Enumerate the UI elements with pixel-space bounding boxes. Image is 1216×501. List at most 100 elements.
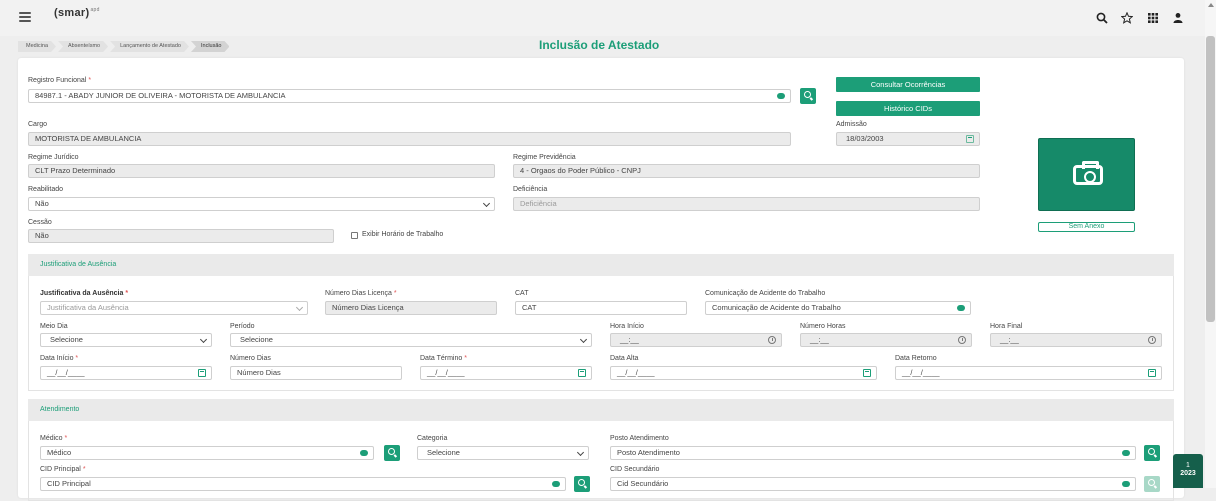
calendar-icon[interactable] <box>1148 369 1156 377</box>
medico-label: Médico * <box>40 435 68 442</box>
justificativa-placeholder: Justificativa da Ausência <box>47 303 129 312</box>
cessao-field: Não <box>28 229 334 243</box>
search-posto-button[interactable] <box>1144 445 1160 461</box>
periodo-select[interactable]: Selecione <box>230 333 592 347</box>
search-icon[interactable] <box>1096 12 1108 24</box>
numero-horas-value: __:__ <box>810 335 829 344</box>
periodo-label: Período <box>230 323 255 330</box>
reabilitado-label: Reabilitado <box>28 186 64 193</box>
numero-dias-input[interactable]: Número Dias <box>230 366 402 380</box>
admissao-label: Admissão <box>836 121 867 128</box>
justificativa-label: Justificativa da Ausência * <box>40 290 129 297</box>
hora-inicio-value: __:__ <box>620 335 639 344</box>
justificativa-section-header: Justificativa de Ausência <box>28 254 1174 276</box>
cid-principal-label: CID Principal * <box>40 466 86 473</box>
regime-juridico-label: Regime Jurídico <box>28 154 79 161</box>
search-cid-principal-button[interactable] <box>574 476 590 492</box>
exibir-horario-label: Exibir Horário de Trabalho <box>362 231 444 238</box>
calendar-icon[interactable] <box>863 369 871 377</box>
scroll-up-arrow-icon[interactable] <box>1208 3 1214 7</box>
chat-icon <box>360 450 368 456</box>
search-medico-button[interactable] <box>384 445 400 461</box>
cid-secundario-input[interactable]: Cid Secundário <box>610 477 1136 491</box>
registro-funcional-input[interactable]: 84987.1 - ABADY JUNIOR DE OLIVEIRA - MOT… <box>28 89 791 103</box>
calendar-icon <box>966 135 974 143</box>
page-title: Inclusão de Atestado <box>539 38 660 52</box>
regime-juridico-field: CLT Prazo Determinado <box>28 164 495 178</box>
meio-dia-value: Selecione <box>50 335 83 344</box>
breadcrumb-item[interactable]: Absenteísmo <box>58 41 108 52</box>
hora-inicio-input: __:__ <box>610 333 782 347</box>
data-termino-input[interactable]: __/__/____ <box>420 366 592 380</box>
cat-input[interactable]: CAT <box>515 301 687 315</box>
comunicacao-input[interactable]: Comunicação de Acidente do Trabalho <box>705 301 971 315</box>
scrollbar-thumb[interactable] <box>1206 36 1215 322</box>
chat-icon <box>1122 450 1130 456</box>
clock-icon <box>958 336 966 344</box>
data-alta-value: __/__/____ <box>617 368 655 377</box>
chat-icon <box>957 305 965 311</box>
data-inicio-input[interactable]: __/__/____ <box>40 366 212 380</box>
user-icon[interactable] <box>1172 12 1184 24</box>
sem-anexo-button[interactable]: Sem Anexo <box>1038 222 1135 232</box>
categoria-label: Categoria <box>417 435 448 442</box>
data-retorno-value: __/__/____ <box>902 368 940 377</box>
posto-input[interactable]: Posto Atendimento <box>610 446 1136 460</box>
deficiencia-field: Deficiência <box>513 197 980 211</box>
top-bar: (smar)apd <box>0 0 1216 36</box>
photo-upload[interactable] <box>1038 138 1135 211</box>
chevron-down-icon <box>579 335 588 344</box>
justificativa-select[interactable]: Justificativa da Ausência <box>40 301 308 315</box>
menu-icon[interactable] <box>19 12 31 22</box>
calendar-icon[interactable] <box>578 369 586 377</box>
breadcrumb-item[interactable]: Medicina <box>18 41 56 52</box>
comunicacao-label: Comunicação de Acidente do Trabalho <box>705 290 826 297</box>
meio-dia-label: Meio Dia <box>40 323 68 330</box>
data-inicio-label: Data Início * <box>40 355 79 362</box>
app-logo[interactable]: (smar)apd <box>54 7 100 19</box>
posto-placeholder: Posto Atendimento <box>617 448 680 457</box>
star-icon[interactable] <box>1121 12 1133 24</box>
year-badge[interactable]: 1 2023 <box>1173 454 1203 488</box>
cid-principal-input[interactable]: CID Principal <box>40 477 566 491</box>
cargo-field: MOTORISTA DE AMBULANCIA <box>28 132 791 146</box>
calendar-icon[interactable] <box>198 369 206 377</box>
categoria-value: Selecione <box>427 448 460 457</box>
data-alta-input[interactable]: __/__/____ <box>610 366 877 380</box>
hora-final-value: __:__ <box>1000 335 1019 344</box>
medico-input[interactable]: Médico <box>40 446 374 460</box>
chevron-down-icon <box>199 335 208 344</box>
admissao-field: 18/03/2003 <box>836 132 980 146</box>
search-cid-secundario-button[interactable] <box>1144 476 1160 492</box>
categoria-select[interactable]: Selecione <box>417 446 589 460</box>
admissao-value: 18/03/2003 <box>846 134 884 143</box>
meio-dia-select[interactable]: Selecione <box>40 333 212 347</box>
breadcrumb-item-current: Inclusão <box>191 41 230 52</box>
registro-funcional-value: 84987.1 - ABADY JUNIOR DE OLIVEIRA - MOT… <box>35 91 286 100</box>
cid-secundario-placeholder: Cid Secundário <box>617 479 669 488</box>
hora-final-input: __:__ <box>990 333 1162 347</box>
breadcrumb-item[interactable]: Lançamento de Atestado <box>110 41 189 52</box>
clock-icon <box>1148 336 1156 344</box>
exibir-horario-checkbox[interactable] <box>351 232 358 239</box>
cat-label: CAT <box>515 290 529 297</box>
reabilitado-select[interactable]: Não <box>28 197 495 211</box>
medico-placeholder: Médico <box>47 448 72 457</box>
data-retorno-input[interactable]: __/__/____ <box>895 366 1162 380</box>
cid-principal-placeholder: CID Principal <box>47 479 91 488</box>
breadcrumb: Medicina Absenteísmo Lançamento de Atest… <box>18 41 231 52</box>
periodo-value: Selecione <box>240 335 273 344</box>
atendimento-section-header: Atendimento <box>28 399 1174 421</box>
historico-cids-button[interactable]: Histórico CIDs <box>836 101 980 116</box>
num-dias-licenca-input: Número Dias Licença <box>325 301 497 315</box>
registro-funcional-label: Registro Funcional * <box>28 77 92 84</box>
search-registro-button[interactable] <box>800 88 816 104</box>
consultar-ocorrencias-button[interactable]: Consultar Ocorrências <box>836 77 980 92</box>
deficiencia-label: Deficiência <box>513 186 548 193</box>
regime-previdencia-label: Regime Previdência <box>513 154 576 161</box>
camera-icon <box>1073 161 1103 185</box>
data-termino-label: Data Término * <box>420 355 467 362</box>
apps-grid-icon[interactable] <box>1147 12 1159 24</box>
chevron-down-icon <box>576 448 585 457</box>
year-badge-year: 2023 <box>1180 470 1196 477</box>
